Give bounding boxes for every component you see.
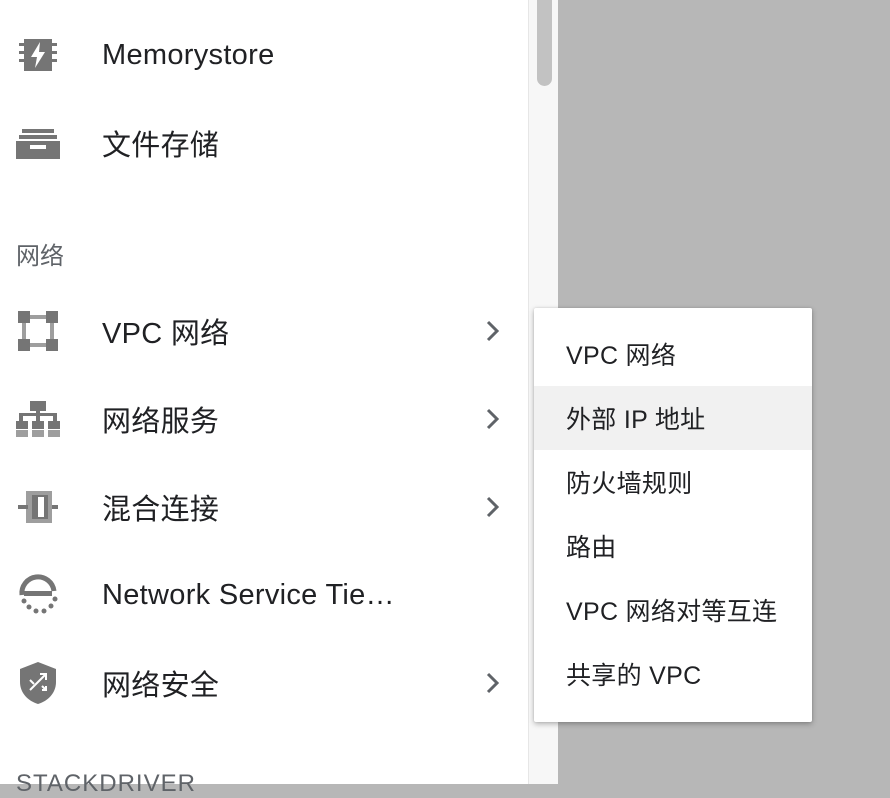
submenu-item-firewall-rules[interactable]: 防火墙规则 <box>534 450 812 514</box>
section-header-stackdriver: STACKDRIVER <box>16 770 196 797</box>
chevron-right-icon <box>486 496 500 518</box>
nav-item-memorystore[interactable]: Memorystore <box>0 11 528 99</box>
network-service-tiers-icon <box>14 571 62 619</box>
nav-item-network-service-tiers[interactable]: Network Service Tie… <box>0 551 528 639</box>
vpc-network-submenu: VPC 网络 外部 IP 地址 防火墙规则 路由 VPC 网络对等互连 共享的 … <box>534 308 812 722</box>
nav-item-label: Memorystore <box>102 38 275 71</box>
nav-item-label: VPC 网络 <box>102 318 230 350</box>
submenu-item-label: 防火墙规则 <box>566 470 693 498</box>
chevron-right-icon <box>486 320 500 342</box>
filestore-icon <box>14 119 62 167</box>
chevron-right-icon <box>486 408 500 430</box>
hybrid-connectivity-icon <box>14 483 62 531</box>
submenu-item-shared-vpc[interactable]: 共享的 VPC <box>534 642 812 706</box>
section-header-network: 网络 <box>16 243 64 270</box>
scrollbar-thumb[interactable] <box>537 0 552 86</box>
memorystore-icon <box>14 31 62 79</box>
navigation-panel: Memorystore 文件存储 网络 VPC 网络 网络服务 混合连接 Net… <box>0 0 528 797</box>
submenu-item-label: 共享的 VPC <box>566 662 702 690</box>
submenu-item-external-ip[interactable]: 外部 IP 地址 <box>534 386 812 450</box>
nav-item-filestore[interactable]: 文件存储 <box>0 99 528 187</box>
nav-item-network-security[interactable]: 网络安全 <box>0 639 528 727</box>
submenu-item-vpc-networks[interactable]: VPC 网络 <box>534 322 812 386</box>
submenu-item-label: 路由 <box>566 534 617 562</box>
nav-item-hybrid-connectivity[interactable]: 混合连接 <box>0 463 528 551</box>
network-services-icon <box>14 395 62 443</box>
nav-item-label: 网络服务 <box>102 406 220 438</box>
nav-item-label: 混合连接 <box>102 494 220 526</box>
network-security-icon <box>14 659 62 707</box>
nav-item-label: 文件存储 <box>102 130 220 162</box>
submenu-item-routes[interactable]: 路由 <box>534 514 812 578</box>
submenu-item-vpc-peering[interactable]: VPC 网络对等互连 <box>534 578 812 642</box>
submenu-item-label: VPC 网络 <box>566 342 677 370</box>
chevron-right-icon <box>486 672 500 694</box>
nav-item-label: 网络安全 <box>102 670 220 702</box>
submenu-item-label: 外部 IP 地址 <box>566 406 706 434</box>
nav-item-network-services[interactable]: 网络服务 <box>0 375 528 463</box>
nav-item-label: Network Service Tie… <box>102 578 395 611</box>
vpc-network-icon <box>14 307 62 355</box>
submenu-item-label: VPC 网络对等互连 <box>566 598 778 626</box>
nav-item-vpc-network[interactable]: VPC 网络 <box>0 287 528 375</box>
